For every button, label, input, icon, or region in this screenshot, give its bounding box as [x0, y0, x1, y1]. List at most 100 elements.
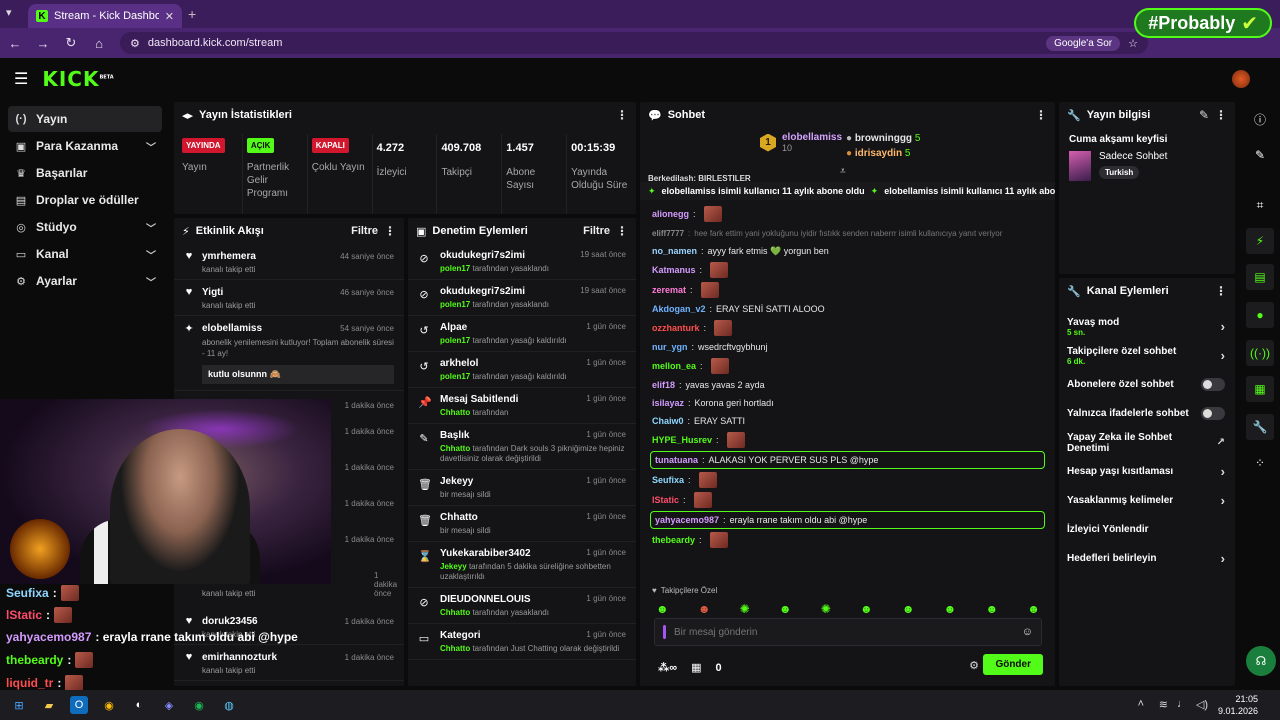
capture-icon[interactable]: ⌗: [1246, 192, 1274, 218]
chat-input[interactable]: [674, 626, 1014, 638]
channel-action-row[interactable]: Yavaş mod 5 sn. ›: [1059, 312, 1235, 341]
list-item[interactable]: 🗑 Chhatto 1 gün önce bir mesajı sildi: [408, 506, 636, 542]
channel-action-row[interactable]: İzleyici Yönlendir: [1059, 515, 1235, 544]
chat-username[interactable]: ozzhanturk: [652, 323, 700, 333]
emote-icon[interactable]: ☻: [779, 602, 792, 616]
list-item[interactable]: 🗑 Jekeyy 1 gün önce bir mesajı sildi: [408, 470, 636, 506]
lightning-icon[interactable]: ⚡: [1246, 228, 1274, 254]
list-item[interactable]: ⊘ DIEUDONNELOUIS 1 gün önce Chhatto tarafın…: [408, 588, 636, 624]
chat-username[interactable]: Chaiw0: [652, 416, 684, 426]
channel-action-row[interactable]: Yasaklanmış kelimeler ›: [1059, 486, 1235, 515]
channel-action-row[interactable]: Takipçilere özel sohbet 6 dk. ›: [1059, 341, 1235, 370]
back-icon[interactable]: ←: [8, 36, 22, 51]
emote-icon[interactable]: ☻: [985, 602, 998, 616]
leaderboard-user[interactable]: idrisaydin: [855, 148, 902, 159]
chat-username[interactable]: yahyacemo987: [655, 515, 719, 525]
filter-button[interactable]: Filtre: [583, 225, 610, 237]
toggle-switch[interactable]: [1201, 378, 1225, 391]
tag-chip[interactable]: Turkish: [1099, 166, 1140, 179]
network-icon[interactable]: ≋: [1159, 698, 1168, 711]
chat-message[interactable]: mellon_ea:: [640, 356, 1055, 376]
broadcast-icon[interactable]: ((·)): [1246, 340, 1274, 366]
emote-icon[interactable]: ✺: [821, 602, 831, 616]
list-item[interactable]: ↺ Alpae 1 gün önce polen17 tarafından yasağ…: [408, 316, 636, 352]
channel-action-row[interactable]: Hesap yaşı kısıtlaması ›: [1059, 457, 1235, 486]
bookmark-star-icon[interactable]: ☆: [1128, 37, 1138, 50]
category-thumbnail[interactable]: [1069, 151, 1091, 181]
chat-message[interactable]: yahyacemo987: erayla rrane takım oldu abi…: [650, 511, 1045, 529]
home-icon[interactable]: ⌂: [92, 36, 106, 51]
channel-action-row[interactable]: Yalnızca ifadelerle sohbet: [1059, 399, 1235, 428]
chat-username[interactable]: no_namen: [652, 246, 697, 256]
browser-tab[interactable]: K Stream - Kick Dashboard ✕: [28, 4, 182, 28]
info-icon[interactable]: ⓘ: [1246, 106, 1274, 132]
list-item[interactable]: ↺ arkhelol 1 gün önce polen17 tarafından ya…: [408, 352, 636, 388]
more-options-icon[interactable]: ⋮: [1215, 108, 1227, 122]
chat-username[interactable]: Katmanus: [652, 265, 696, 275]
list-item[interactable]: ♥ emirhannozturk 1 dakika önce kanalı taki…: [174, 645, 404, 681]
subscription-banner[interactable]: ✦ elobellamiss isimli kullanıcı 11 aylık…: [640, 182, 1055, 200]
emote-icon[interactable]: ☻: [656, 602, 669, 616]
outlook-icon[interactable]: O: [70, 696, 88, 714]
new-tab-icon[interactable]: +: [188, 6, 196, 22]
sidebar-item-studyo[interactable]: ◎ Stüdyo ﹀: [8, 214, 162, 240]
apps-icon[interactable]: ⁘: [1246, 450, 1274, 476]
user-avatar[interactable]: [1232, 70, 1250, 88]
clipboard-icon[interactable]: ▤: [1246, 264, 1274, 290]
store-icon[interactable]: ▦: [691, 661, 701, 674]
google-ask-button[interactable]: Google'a Sor: [1046, 35, 1121, 51]
channel-action-row[interactable]: Yapay Zeka ile Sohbet Denetimi ↗: [1059, 428, 1235, 457]
volume-icon[interactable]: ◁): [1196, 698, 1208, 711]
leaderboard-user[interactable]: browninggg: [855, 133, 912, 144]
chat-input-box[interactable]: ☺: [654, 618, 1042, 646]
sidebar-item-kanal[interactable]: ▭ Kanal ﹀: [8, 241, 162, 267]
list-item[interactable]: ✎ Başlık 1 gün önce Chhatto tarafından Dark…: [408, 424, 636, 470]
chat-message[interactable]: Chaiw0: ERAY SATTI: [640, 412, 1055, 430]
chat-settings-icon[interactable]: ⚙: [969, 659, 979, 672]
chrome-icon[interactable]: ◉: [100, 696, 118, 714]
tray-chevron-icon[interactable]: ˄: [1138, 698, 1144, 710]
layout-icon[interactable]: ▦: [1246, 376, 1274, 402]
system-clock[interactable]: 21:05 9.01.2026: [1218, 693, 1258, 717]
discord-icon[interactable]: ◈: [160, 696, 178, 714]
chat-message[interactable]: tunatuana: ALAKASI YOK PERVER SUS PLS @hy…: [650, 451, 1045, 469]
chat-message[interactable]: Katmanus:: [640, 260, 1055, 280]
points-icon[interactable]: ⁂∞: [658, 661, 677, 674]
wrench-icon[interactable]: 🔧: [1246, 414, 1274, 440]
url-field[interactable]: ⚙ dashboard.kick.com/stream Google'a Sor…: [120, 32, 1148, 54]
tab-list-icon[interactable]: ▾: [6, 6, 12, 19]
sidebar-item-ayarlar[interactable]: ⚙ Ayarlar ﹀: [8, 268, 162, 294]
sidebar-item-droplar[interactable]: ▤ Droplar ve ödüller: [8, 187, 162, 213]
chat-username[interactable]: HYPE_Husrev: [652, 435, 712, 445]
chat-username[interactable]: lStatic: [652, 495, 679, 505]
list-item[interactable]: 📌 Mesaj Sabitlendi 1 gün önce Chhatto taraf…: [408, 388, 636, 424]
channel-action-row[interactable]: Abonelere özel sohbet: [1059, 370, 1235, 399]
chat-message[interactable]: ozzhanturk:: [640, 318, 1055, 338]
chat-message[interactable]: HYPE_Husrev:: [640, 430, 1055, 450]
sidebar-item-para-kazanma[interactable]: ▣ Para Kazanma ﹀: [8, 133, 162, 159]
chat-message[interactable]: eliff7777: hee fark ettim yani yokluğunu …: [640, 224, 1055, 242]
collapse-icon[interactable]: ⩡: [840, 166, 846, 177]
chat-message[interactable]: isilayaz: Korona geri hortladı: [640, 394, 1055, 412]
kick-logo[interactable]: KICKBETA: [42, 67, 113, 91]
list-item[interactable]: ♥ ymrhemera 44 saniye önce kanalı takip et…: [174, 244, 404, 280]
emote-icon[interactable]: ☻: [902, 602, 915, 616]
support-headset-icon[interactable]: ☊: [1246, 646, 1276, 676]
mic-icon[interactable]: ♩: [1177, 698, 1188, 710]
send-button[interactable]: Gönder: [983, 654, 1043, 675]
chat-message[interactable]: lStatic:: [640, 490, 1055, 510]
steam-icon[interactable]: ◐: [130, 696, 148, 714]
menu-icon[interactable]: ☰: [14, 69, 28, 89]
more-options-icon[interactable]: ⋮: [616, 108, 628, 122]
forward-icon[interactable]: →: [36, 36, 50, 51]
chat-username[interactable]: thebeardy: [652, 535, 695, 545]
more-options-icon[interactable]: ⋮: [384, 224, 396, 238]
chat-message[interactable]: Akdogan_v2: ERAY SENİ SATTI ALOOO: [640, 300, 1055, 318]
list-item[interactable]: ▭ Kategori 1 gün önce Chhatto tarafından Ju…: [408, 624, 636, 660]
chat-message[interactable]: no_namen: ayyy fark etmis 💚 yorgun ben: [640, 242, 1055, 260]
channel-action-row[interactable]: Hedefleri belirleyin ›: [1059, 544, 1235, 573]
chat-username[interactable]: isilayaz: [652, 398, 684, 408]
chat-message[interactable]: Seufixa:: [640, 470, 1055, 490]
list-item[interactable]: ✦ elobellamiss 54 saniye önce abonelik yen…: [174, 316, 404, 391]
chat-message[interactable]: alionegg:: [640, 204, 1055, 224]
